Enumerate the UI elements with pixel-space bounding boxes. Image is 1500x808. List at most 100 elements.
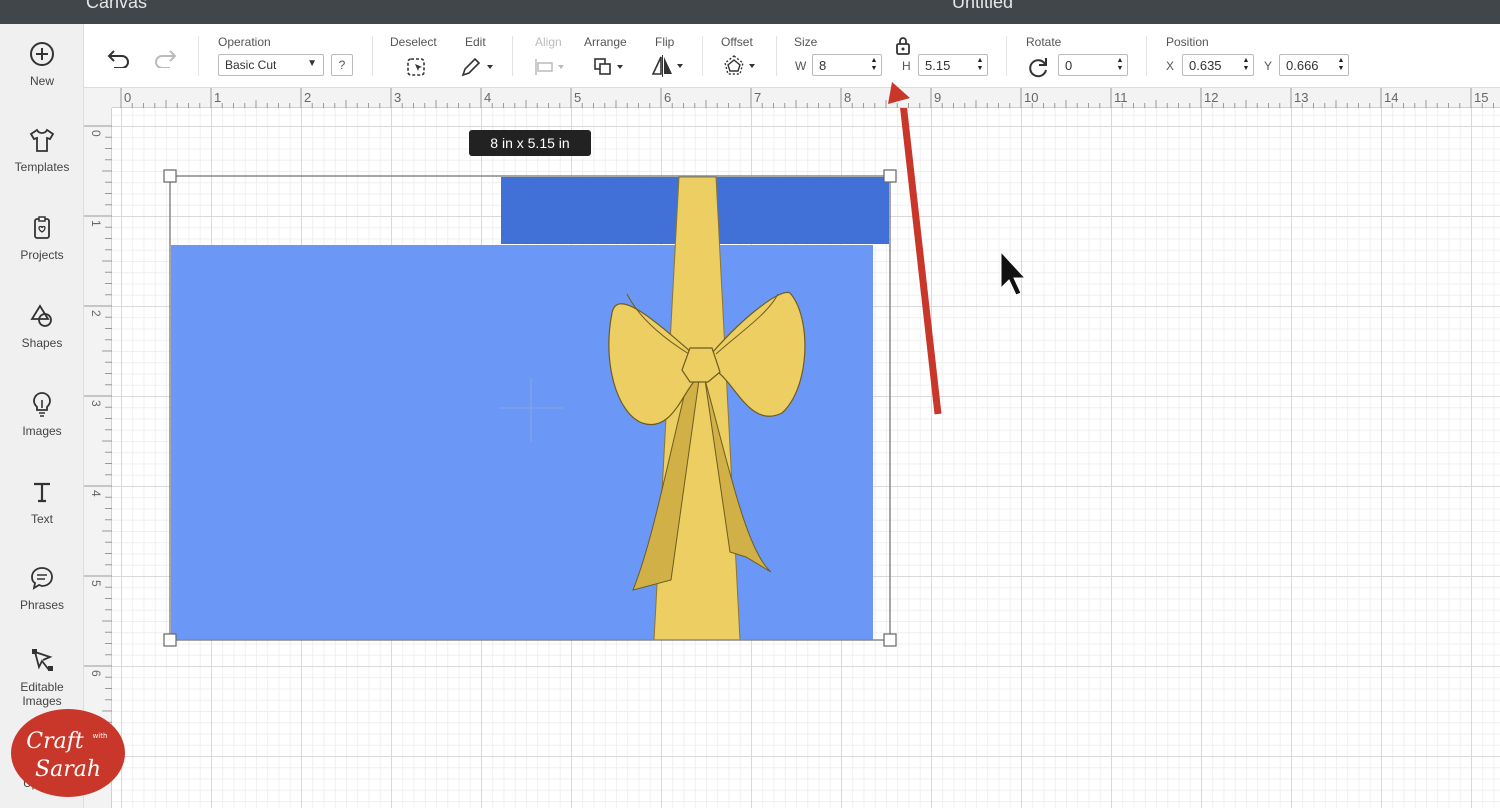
deselect-icon[interactable] (405, 56, 427, 78)
operation-value: Basic Cut (225, 58, 277, 72)
sidebar-item-label: Phrases (19, 598, 65, 612)
sidebar-item-label: Shapes (21, 336, 63, 350)
sidebar-item-label: Templates (14, 160, 70, 174)
position-y-value: 0.666 (1286, 58, 1319, 73)
rotate-stepper-icon[interactable]: ▲ ▼ (1115, 57, 1125, 73)
sidebar-item-templates[interactable]: Templates (0, 126, 84, 174)
design-canvas[interactable] (112, 108, 1500, 808)
rotate-label: Rotate (1026, 35, 1062, 49)
ruler-corner (84, 88, 112, 108)
deselect-label: Deselect (390, 35, 437, 49)
flip-icon[interactable] (650, 54, 686, 78)
ruler-top-label: 4 (484, 90, 491, 105)
ruler-top-label: 10 (1024, 90, 1038, 105)
ruler-top-label: 5 (574, 90, 581, 105)
height-axis-label: H (902, 59, 911, 73)
width-axis-label: W (795, 59, 807, 73)
selection-handle-bottom-right[interactable] (883, 633, 897, 647)
ruler-top-label: 14 (1384, 90, 1398, 105)
sidebar-item-label: Editable Images (20, 680, 64, 708)
sidebar-item-shapes[interactable]: Shapes (0, 302, 84, 350)
sidebar-item-new[interactable]: New (0, 40, 84, 88)
height-stepper-icon[interactable]: ▲ ▼ (975, 57, 985, 73)
width-stepper-icon[interactable]: ▲ ▼ (869, 57, 879, 73)
sidebar-item-images[interactable]: Images (0, 390, 84, 438)
ruler-top-label: 8 (844, 90, 851, 105)
lock-icon[interactable] (894, 36, 912, 56)
toolbar-divider (1146, 36, 1147, 76)
ruler-top-label: 6 (664, 90, 671, 105)
editable-image-icon (28, 646, 56, 674)
toolbar-divider (372, 36, 373, 76)
height-input[interactable]: 5.15 ▲ ▼ (918, 54, 988, 76)
ruler-top-label: 1 (214, 90, 221, 105)
shirt-icon (28, 126, 56, 154)
ruler-top-label: 0 (124, 90, 131, 105)
mouse-cursor-icon (1000, 250, 1027, 296)
annotation-arrow (900, 108, 942, 415)
left-sidebar: New Templates Projects Shapes Images Tex… (0, 24, 84, 808)
toolbar-divider (776, 36, 777, 76)
plus-circle-icon (28, 40, 56, 68)
logo-line3: Sarah (35, 757, 101, 782)
offset-icon[interactable] (723, 54, 759, 78)
logo-line1: Craft (26, 729, 84, 754)
sidebar-item-label: New (29, 74, 54, 88)
offset-label: Offset (721, 35, 753, 49)
ruler-top-ticks: 0 1 2 3 4 5 6 7 8 9 10 11 12 13 14 15 (120, 88, 1494, 108)
selection-handle-bottom-left[interactable] (163, 633, 177, 647)
operation-help-button[interactable]: ? (331, 54, 353, 76)
undo-icon[interactable] (106, 48, 132, 68)
shapes-icon (28, 302, 56, 330)
ruler-top-label: 9 (934, 90, 941, 105)
selection-handle-top-right[interactable] (883, 169, 897, 183)
ruler-left-label: 1 (89, 220, 103, 227)
ruler-left-label: 4 (89, 490, 103, 497)
y-axis-label: Y (1264, 59, 1273, 73)
text-icon (28, 478, 56, 506)
operation-select[interactable]: Basic Cut ▼ (218, 54, 324, 76)
hamburger-menu-icon[interactable] (24, 0, 56, 8)
rotate-input[interactable]: 0 ▲ ▼ (1058, 54, 1128, 76)
redo-icon[interactable] (152, 48, 178, 68)
toolbar-divider (702, 36, 703, 76)
top-header: Canvas Untitled (0, 0, 1500, 24)
arrange-icon[interactable] (592, 56, 628, 78)
x-axis-label: X (1166, 59, 1175, 73)
align-icon (535, 59, 564, 75)
position-y-input[interactable]: 0.666 ▲ ▼ (1279, 54, 1349, 76)
position-x-input[interactable]: 0.635 ▲ ▼ (1182, 54, 1254, 76)
edit-label: Edit (465, 35, 486, 49)
ruler-left: 0 1 2 3 4 5 6 (84, 108, 112, 808)
craft-with-sarah-logo: Craft with Sarah (11, 709, 125, 797)
ruler-top-label: 11 (1114, 90, 1128, 105)
sidebar-item-text[interactable]: Text (0, 478, 84, 526)
size-label: Size (794, 35, 818, 49)
toolbar-divider (1006, 36, 1007, 76)
logo-line2: with (93, 732, 108, 740)
toolbar-divider (198, 36, 199, 76)
sidebar-item-projects[interactable]: Projects (0, 214, 84, 262)
ruler-left-label: 0 (89, 130, 103, 137)
sidebar-item-editable-images[interactable]: Editable Images (0, 646, 84, 708)
document-title[interactable]: Untitled (952, 0, 1013, 13)
toolbar-divider (512, 36, 513, 76)
y-stepper-icon[interactable]: ▲ ▼ (1336, 57, 1346, 73)
ruler-top-label: 12 (1204, 90, 1218, 105)
ruler-left-label: 5 (89, 580, 103, 587)
ruler-left-label: 6 (89, 670, 103, 677)
clipboard-icon (28, 214, 56, 242)
align-label: Align (535, 35, 562, 49)
x-stepper-icon[interactable]: ▲ ▼ (1241, 57, 1251, 73)
rotate-icon[interactable] (1026, 55, 1050, 79)
flip-label: Flip (655, 35, 675, 49)
width-input[interactable]: 8 ▲ ▼ (812, 54, 882, 76)
edit-pencil-icon[interactable] (460, 56, 496, 78)
selection-handle-top-left[interactable] (163, 169, 177, 183)
sidebar-item-phrases[interactable]: Phrases (0, 564, 84, 612)
bow-knot[interactable] (681, 347, 721, 383)
ruler-left-label: 3 (89, 400, 103, 407)
ruler-top-label: 2 (304, 90, 311, 105)
position-x-value: 0.635 (1189, 58, 1222, 73)
position-label: Position (1166, 35, 1209, 49)
